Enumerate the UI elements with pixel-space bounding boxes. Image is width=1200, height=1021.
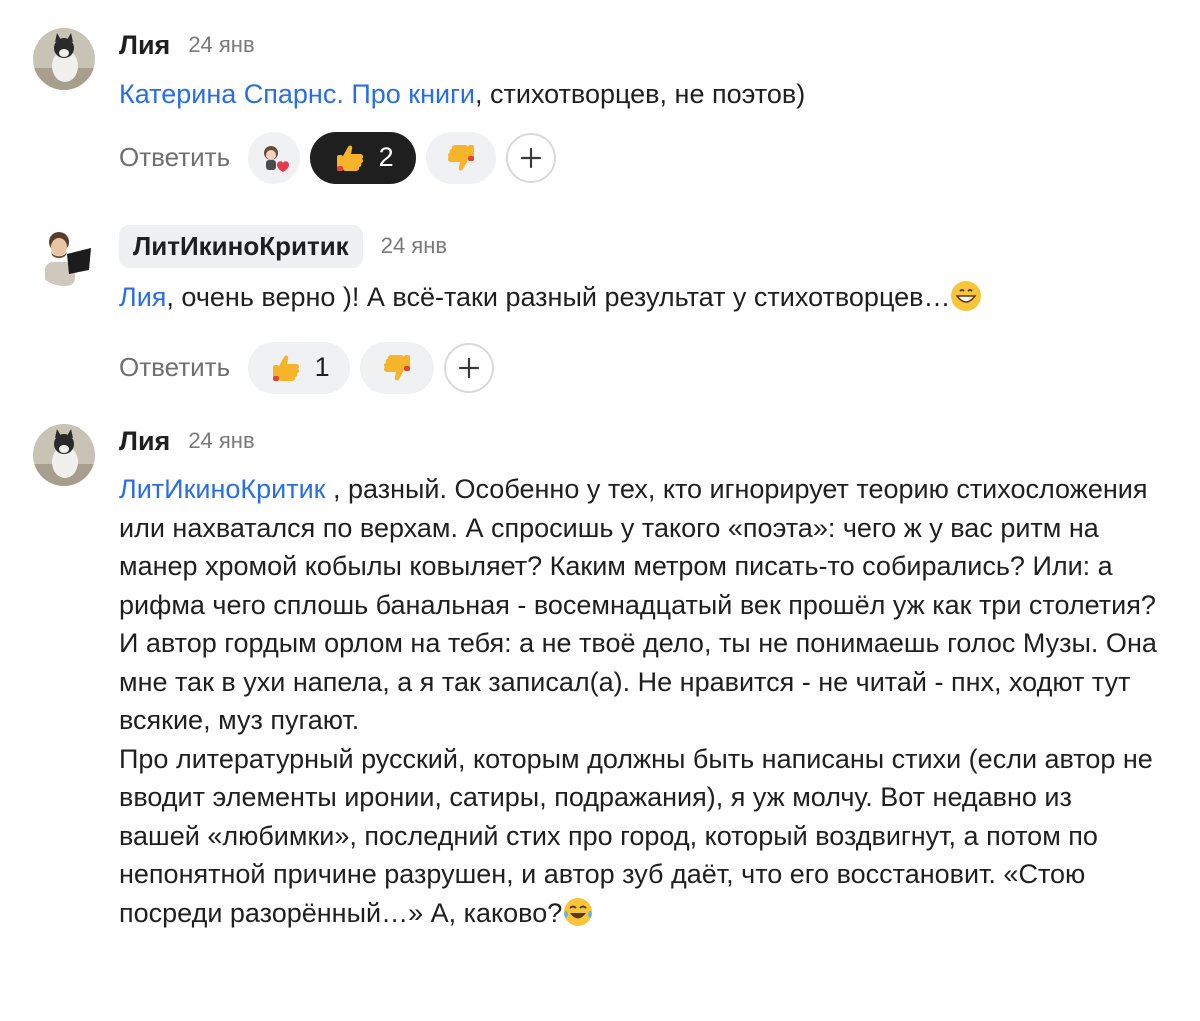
reply-button[interactable]: Ответить [119, 352, 230, 383]
reactions-bar: Ответить 1 [119, 341, 1160, 395]
avatar[interactable] [33, 28, 95, 90]
comment-text-part: , стихотворцев, не поэтов) [475, 79, 806, 109]
mention-link[interactable]: ЛитИкиноКритик [119, 474, 325, 504]
comment-body: ЛитИкиноКритик 24 янв Лия, очень верно )… [119, 224, 1160, 395]
comment-body: Лия 24 янв Катерина Спарнс. Про книги, с… [119, 28, 1160, 185]
reply-button[interactable]: Ответить [119, 142, 230, 173]
comment-text-part: , разный. Особенно у тех, кто игнорирует… [119, 474, 1157, 735]
comment-text: Лия, очень верно )! А всё-таки разный ре… [119, 278, 1160, 323]
comment-date: 24 янв [188, 428, 255, 453]
like-button[interactable]: 2 [310, 131, 417, 184]
cat-avatar-icon [33, 28, 95, 90]
comment-date: 24 янв [380, 233, 448, 258]
thumbs-up-icon [272, 355, 299, 381]
comment-body: Лия 24 янв ЛитИкиноКритик , разный. Особ… [119, 424, 1160, 938]
comment-text: Катерина Спарнс. Про книги, стихотворцев… [119, 75, 1160, 114]
add-reaction-button[interactable] [506, 132, 557, 183]
author-name[interactable]: ЛитИкиноКритик [119, 224, 363, 268]
plus-icon [521, 147, 542, 168]
custom-reaction-button[interactable] [248, 131, 301, 184]
dislike-button[interactable] [360, 341, 435, 394]
thumbs-down-icon [384, 354, 411, 380]
comment-header: Лия 24 янв [119, 424, 1160, 458]
mention-link[interactable]: Лия [119, 282, 166, 312]
reactions-bar: Ответить 2 [119, 131, 1160, 185]
like-button[interactable]: 1 [248, 341, 351, 394]
comment-text: ЛитИкиноКритик , разный. Особенно у тех,… [119, 470, 1160, 938]
thumbs-up-icon [336, 145, 363, 171]
dislike-button[interactable] [426, 131, 497, 184]
grinning-emoji-icon [950, 280, 982, 323]
author-name[interactable]: Лия [119, 426, 170, 457]
reader-avatar-icon [33, 224, 95, 286]
like-count: 2 [378, 142, 394, 172]
add-reaction-button[interactable] [444, 342, 495, 393]
comment-date: 24 янв [188, 32, 255, 57]
tears-of-joy-emoji-icon [562, 896, 594, 939]
thumbs-down-icon [448, 144, 475, 170]
plus-icon [459, 357, 480, 378]
avatar[interactable] [33, 424, 95, 486]
heart-sticker-icon [264, 145, 290, 172]
author-name[interactable]: Лия [119, 30, 170, 61]
like-count: 1 [314, 352, 330, 382]
comment-header: ЛитИкиноКритик 24 янв [119, 224, 1160, 268]
comment-text-part: Про литературный русский, которым должны… [119, 743, 1153, 928]
avatar[interactable] [33, 224, 95, 286]
comment-text-part: , очень верно )! А всё-таки разный резул… [166, 282, 951, 312]
comment-header: Лия 24 янв [119, 28, 1160, 62]
cat-avatar-icon [33, 424, 95, 486]
mention-link[interactable]: Катерина Спарнс. Про книги [119, 79, 475, 109]
